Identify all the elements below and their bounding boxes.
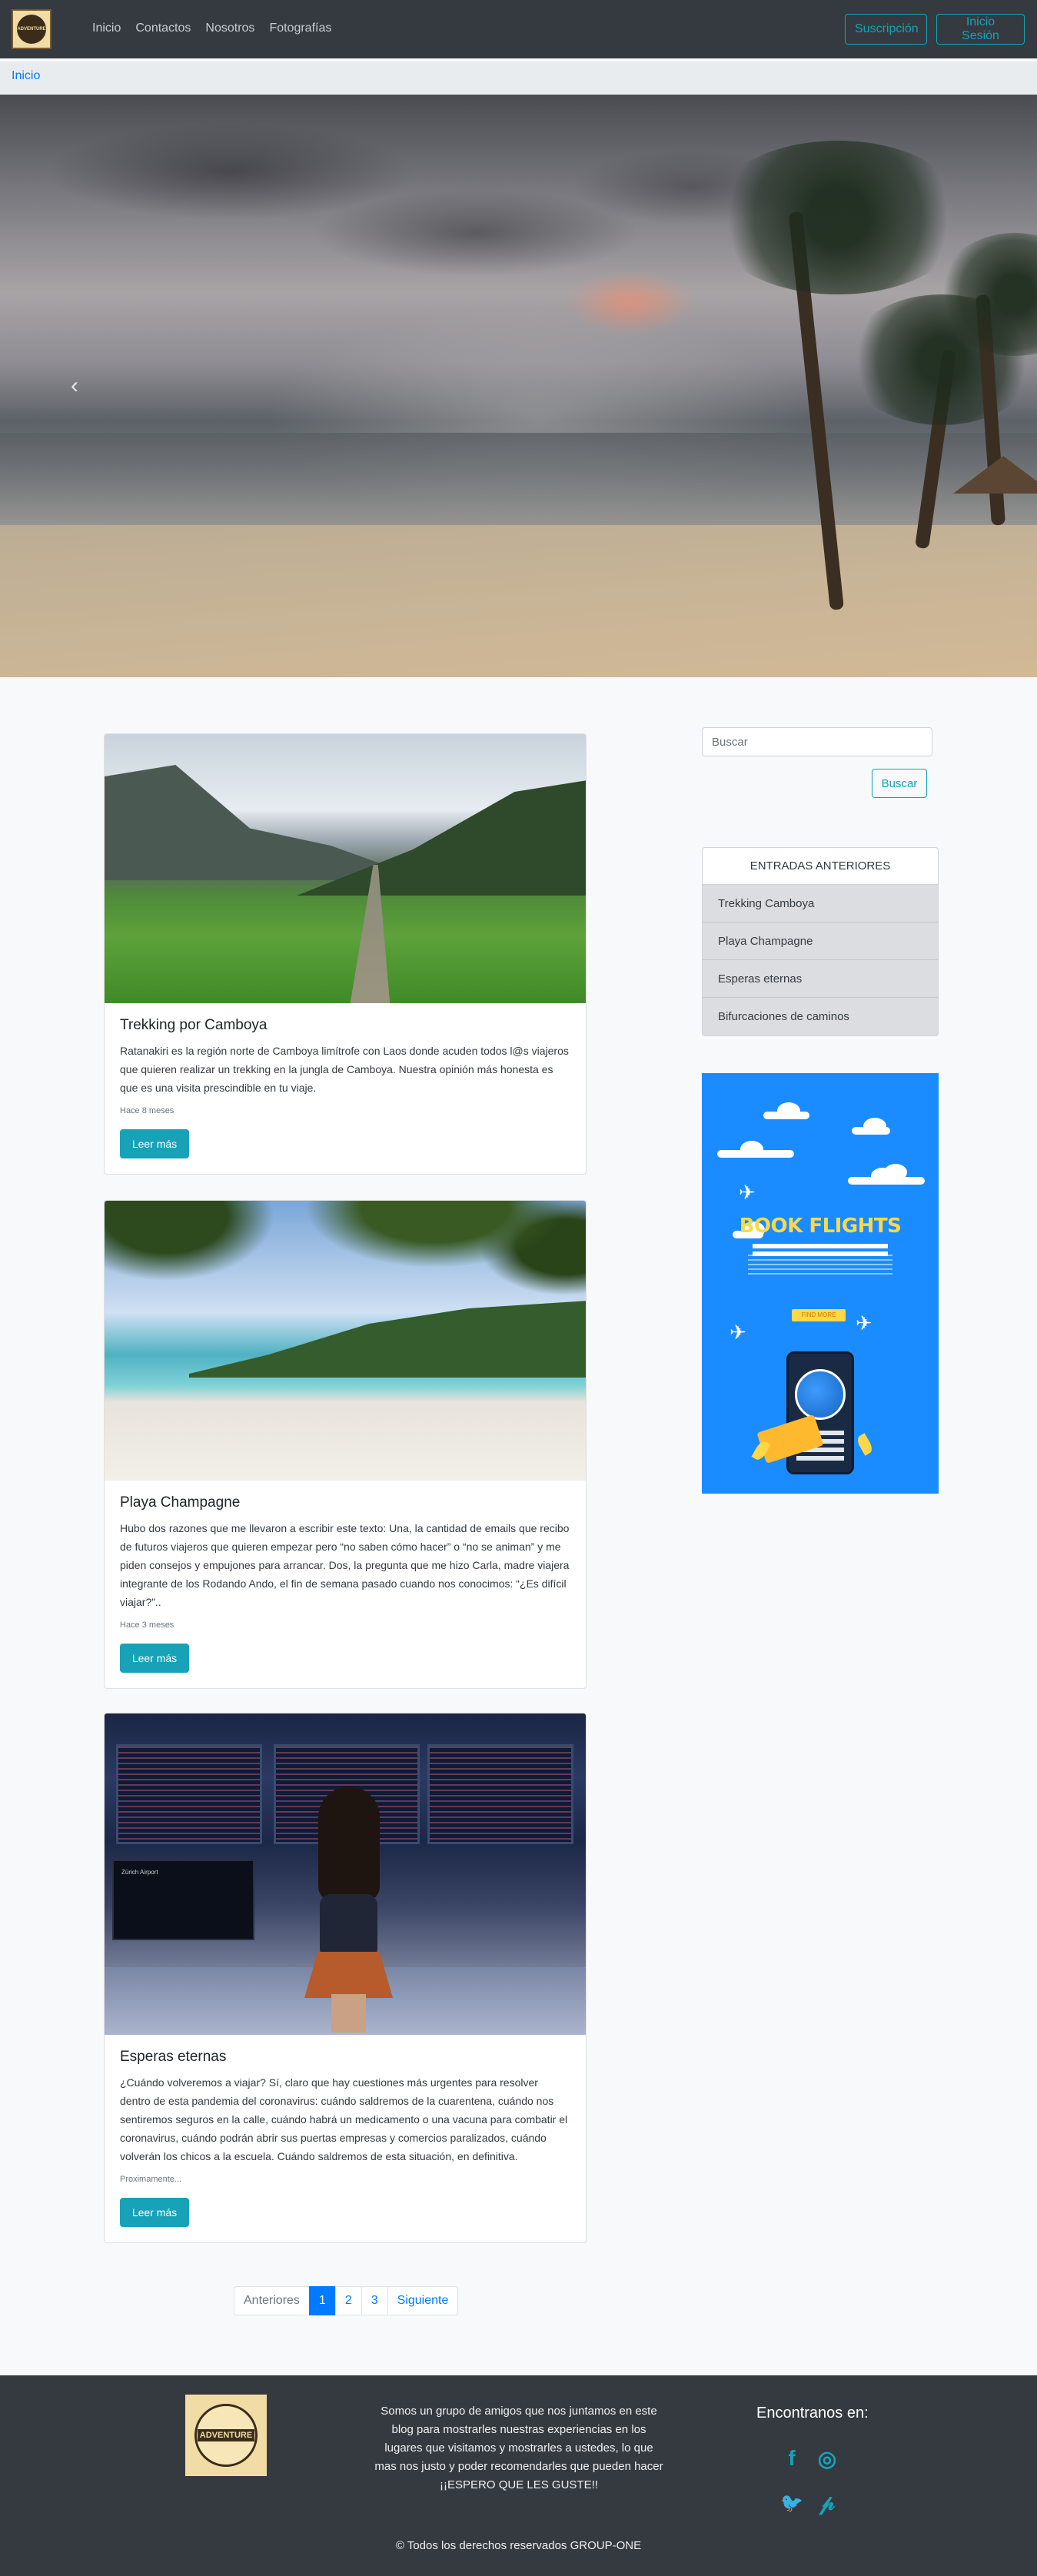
traveler-legs	[331, 1994, 366, 2033]
footer-about-text: Somos un grupo de amigos que nos juntamo…	[374, 2405, 663, 2473]
entry-item[interactable]: Esperas eternas	[703, 960, 938, 998]
footer-copyright: © Todos los derechos reservados GROUP-ON…	[395, 2539, 642, 2552]
footer-logo-text: ADVENTURE	[197, 2429, 255, 2441]
traveler-hair	[318, 1787, 380, 1902]
pinterest-icon[interactable]: 𝓅	[813, 2489, 841, 2517]
mountain-shape	[105, 765, 427, 880]
pagination-page-2[interactable]: 2	[334, 2286, 362, 2315]
departures-board	[427, 1744, 573, 1844]
post-text: ¿Cuándo volveremos a viajar? Sí, claro q…	[120, 2076, 568, 2162]
footer-about-emphasis: ¡¡ESPERO QUE LES GUSTE!!	[440, 2478, 598, 2491]
ad-title: BOOK FLIGHTS	[739, 1215, 902, 1238]
traveler-figure	[297, 1787, 401, 2033]
footer-logo-badge: ADVENTURE	[194, 2404, 258, 2467]
footer-logo: ADVENTURE	[185, 2395, 267, 2476]
post-card: Zürich Airport Esperas eternas ¿Cuándo v…	[104, 1713, 587, 2243]
chevron-left-icon[interactable]: ‹	[71, 373, 78, 399]
footer-find-us: Encontranos en:	[756, 2405, 869, 2421]
globe-icon	[795, 1369, 846, 1420]
previous-entries-list: ENTRADAS ANTERIORES Trekking Camboya Pla…	[702, 847, 939, 1036]
post-title: Esperas eternas	[120, 2049, 227, 2065]
navbar: ADVENTURE Inicio Contactos Nosotros Foto…	[0, 0, 1037, 58]
cloud-shape	[763, 1102, 809, 1119]
leaf-shape	[855, 1433, 875, 1456]
island-shape	[189, 1301, 586, 1378]
footer-about: Somos un grupo de amigos que nos juntamo…	[374, 2402, 664, 2495]
book-flights-ad[interactable]: ✈ ✈ ✈ BOOK FLIGHTS FIND MORE	[702, 1073, 939, 1494]
instagram-icon[interactable]: ◎	[813, 2445, 841, 2472]
post-time: Hace 8 meses	[120, 1106, 174, 1115]
post-image	[105, 734, 586, 1003]
airplane-icon: ✈	[856, 1311, 872, 1335]
nav-link-inicio[interactable]: Inicio	[92, 22, 121, 35]
entry-item[interactable]: Playa Champagne	[703, 922, 938, 960]
hero-sand	[0, 525, 1037, 677]
nav-link-contactos[interactable]: Contactos	[135, 22, 191, 35]
footer: ADVENTURE Somos un grupo de amigos que n…	[0, 2375, 1037, 2576]
ad-button[interactable]: FIND MORE	[792, 1309, 846, 1321]
departures-board	[116, 1744, 262, 1844]
airplane-icon: ✈	[730, 1321, 746, 1344]
cloud-shape	[852, 1118, 890, 1135]
subscribe-button[interactable]: Suscripción	[845, 14, 927, 45]
airport-screen-text: Zürich Airport	[121, 1869, 158, 1876]
hero-sea	[0, 433, 1037, 525]
pagination: Anteriores 1 2 3 Siguiente	[234, 2286, 459, 2315]
post-text: Hubo dos razones que me llevaron a escri…	[120, 1522, 570, 1608]
post-text: Ratanakiri es la región norte de Camboya…	[120, 1045, 569, 1094]
post-card: Trekking por Camboya Ratanakiri es la re…	[104, 733, 587, 1175]
ad-bar	[753, 1244, 888, 1248]
cloud-shape	[848, 1168, 925, 1185]
hero-carousel: ‹	[0, 95, 1037, 677]
search-input[interactable]	[702, 727, 932, 756]
pagination-page-1[interactable]: 1	[308, 2286, 336, 2315]
foliage-shape	[105, 1201, 586, 1301]
twitter-icon[interactable]: 🐦	[778, 2489, 806, 2517]
nav-link-nosotros[interactable]: Nosotros	[205, 22, 254, 35]
post-body: Playa Champagne Hubo dos razones que me …	[105, 1481, 586, 1688]
post-card: Playa Champagne Hubo dos razones que me …	[104, 1200, 587, 1689]
nav-links: Inicio Contactos Nosotros Fotografías	[92, 22, 331, 35]
palm-leaves	[707, 141, 969, 294]
nav-link-fotografias[interactable]: Fotografías	[269, 22, 331, 35]
login-button[interactable]: Inicio Sesión	[936, 14, 1025, 45]
breadcrumb: Inicio	[0, 61, 1037, 94]
read-more-button[interactable]: Leer más	[120, 1129, 189, 1158]
pagination-prev[interactable]: Anteriores	[234, 2286, 310, 2315]
traveler-skirt	[304, 1952, 393, 1998]
pagination-page-3[interactable]: 3	[361, 2286, 388, 2315]
post-time: Hace 3 meses	[120, 1620, 174, 1630]
post-body: Trekking por Camboya Ratanakiri es la re…	[105, 1003, 586, 1174]
read-more-button[interactable]: Leer más	[120, 2198, 189, 2227]
cloud-shape	[717, 1141, 794, 1158]
post-time: Proximamente...	[120, 2175, 182, 2184]
brand-logo-text: ADVENTURE	[17, 15, 46, 44]
brand-logo[interactable]: ADVENTURE	[12, 9, 52, 49]
entry-item[interactable]: Trekking Camboya	[703, 885, 938, 922]
entry-item[interactable]: Bifurcaciones de caminos	[703, 998, 938, 1035]
read-more-button[interactable]: Leer más	[120, 1644, 189, 1673]
previous-entries-header: ENTRADAS ANTERIORES	[703, 848, 938, 885]
post-title: Playa Champagne	[120, 1494, 241, 1511]
phone-illustration	[786, 1351, 854, 1474]
post-body: Esperas eternas ¿Cuándo volveremos a via…	[105, 2035, 586, 2242]
facebook-icon[interactable]: f	[778, 2445, 806, 2472]
airport-screen: Zürich Airport	[112, 1860, 254, 1940]
pagination-next[interactable]: Siguiente	[387, 2286, 459, 2315]
ad-fine-print	[748, 1255, 892, 1275]
search-button[interactable]: Buscar	[872, 769, 927, 798]
breadcrumb-home-link[interactable]: Inicio	[12, 69, 40, 82]
post-image	[105, 1201, 586, 1481]
post-title: Trekking por Camboya	[120, 1017, 268, 1033]
backpack-shape	[320, 1894, 377, 1959]
airplane-icon: ✈	[739, 1181, 756, 1204]
post-image: Zürich Airport	[105, 1713, 586, 2035]
